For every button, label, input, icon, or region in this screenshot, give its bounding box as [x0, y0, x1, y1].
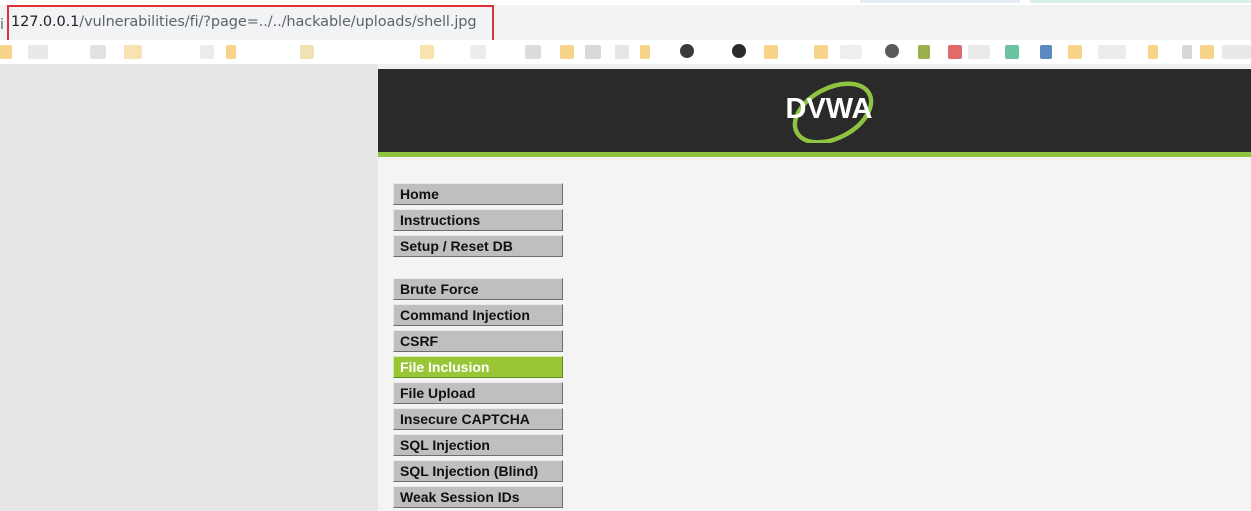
- dvwa-logo[interactable]: DVWA: [771, 77, 887, 145]
- header-accent-stripe: [378, 152, 1251, 157]
- menu-item-insecure-captcha[interactable]: Insecure CAPTCHA: [393, 408, 563, 430]
- tab-indicator: [1030, 0, 1251, 3]
- github-icon[interactable]: [732, 44, 746, 58]
- bookmark-item[interactable]: [585, 45, 601, 59]
- menu-item-sql-injection[interactable]: SQL Injection: [393, 434, 563, 456]
- bookmark-item[interactable]: [918, 45, 930, 59]
- folder-icon[interactable]: [226, 45, 236, 59]
- menu-item-file-upload[interactable]: File Upload: [393, 382, 563, 404]
- folder-icon[interactable]: [1068, 45, 1082, 59]
- bookmark-item[interactable]: [840, 45, 862, 59]
- bookmark-item[interactable]: [1222, 45, 1251, 59]
- dvwa-logo-graphic: DVWA: [786, 81, 874, 145]
- folder-icon[interactable]: [1148, 45, 1158, 59]
- folder-icon[interactable]: [1200, 45, 1214, 59]
- python-icon[interactable]: [1040, 45, 1052, 59]
- folder-icon[interactable]: [300, 45, 314, 59]
- bookmark-item[interactable]: [525, 45, 541, 59]
- dvwa-logo-text: DVWA: [786, 93, 873, 125]
- menu-item-home[interactable]: Home: [393, 183, 563, 205]
- annotation-highlight-box: [7, 5, 494, 44]
- bookmark-item[interactable]: [948, 45, 962, 59]
- menu-item-csrf[interactable]: CSRF: [393, 330, 563, 352]
- menu-item-brute-force[interactable]: Brute Force: [393, 278, 563, 300]
- menu-item-instructions[interactable]: Instructions: [393, 209, 563, 231]
- bookmark-item[interactable]: [90, 45, 106, 59]
- folder-icon[interactable]: [764, 45, 778, 59]
- menu-item-setup-reset-db[interactable]: Setup / Reset DB: [393, 235, 563, 257]
- menu-item-weak-session-ids[interactable]: Weak Session IDs: [393, 486, 563, 508]
- folder-icon[interactable]: [814, 45, 828, 59]
- globe-icon[interactable]: [885, 44, 899, 58]
- folder-icon[interactable]: [560, 45, 574, 59]
- bookmark-item[interactable]: [615, 45, 629, 59]
- bookmark-item[interactable]: [1005, 45, 1019, 59]
- menu-item-command-injection[interactable]: Command Injection: [393, 304, 563, 326]
- folder-icon[interactable]: [640, 45, 650, 59]
- folder-icon[interactable]: [420, 45, 434, 59]
- folder-icon[interactable]: [124, 45, 142, 59]
- menu-item-file-inclusion[interactable]: File Inclusion: [393, 356, 563, 378]
- dvwa-header: DVWA: [378, 69, 1251, 152]
- bookmark-item[interactable]: [968, 45, 990, 59]
- folder-icon[interactable]: [0, 45, 12, 59]
- dvwa-page: DVWA Home Instructions Setup / Reset DB …: [378, 69, 1251, 511]
- site-info-icon[interactable]: i: [0, 17, 4, 33]
- tab-indicator: [860, 0, 1020, 3]
- bookmarks-bar: [0, 40, 1251, 64]
- bookmark-item[interactable]: [1098, 45, 1126, 59]
- menu-item-sql-injection-blind[interactable]: SQL Injection (Blind): [393, 460, 563, 482]
- bookmark-item[interactable]: [1182, 45, 1192, 59]
- github-icon[interactable]: [680, 44, 694, 58]
- page-margin: [0, 64, 378, 511]
- bookmark-item[interactable]: [470, 45, 486, 59]
- bookmark-item[interactable]: [200, 45, 214, 59]
- bookmark-item[interactable]: [28, 45, 48, 59]
